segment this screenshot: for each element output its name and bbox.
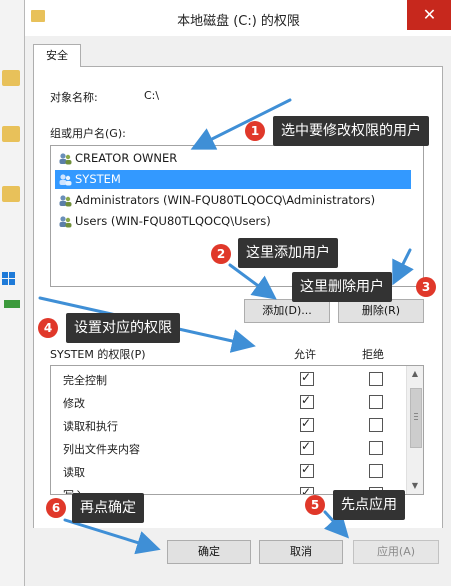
deny-checkbox[interactable]	[369, 441, 383, 455]
deny-checkbox[interactable]	[369, 372, 383, 386]
allow-header: 允许	[294, 348, 316, 361]
windows-logo-icon	[2, 272, 16, 286]
permissions-label: SYSTEM 的权限(P)	[50, 348, 146, 361]
object-name-label: 对象名称:	[50, 91, 98, 104]
user-group-icon	[59, 174, 72, 186]
deny-checkbox[interactable]	[369, 395, 383, 409]
annotation-badge-2: 2	[211, 244, 231, 264]
user-group-icon	[59, 216, 72, 228]
cancel-button[interactable]: 取消	[259, 540, 343, 564]
allow-checkbox[interactable]	[300, 485, 314, 494]
annotation-badge-1: 1	[245, 121, 265, 141]
permission-row: 修改	[51, 391, 405, 414]
add-button[interactable]: 添加(D)...	[244, 299, 330, 323]
annotation-callout-2: 这里添加用户	[238, 238, 338, 268]
annotation-callout-6: 再点确定	[72, 493, 144, 523]
permission-row: 读取	[51, 460, 405, 483]
scrollbar-thumb[interactable]	[410, 388, 422, 448]
dialog-footer: 确定 取消 应用(A)	[25, 528, 451, 586]
annotation-callout-4: 设置对应的权限	[66, 313, 180, 343]
list-item-creator-owner[interactable]: CREATOR OWNER	[55, 149, 411, 168]
allow-checkbox[interactable]	[300, 462, 314, 478]
ok-button[interactable]: 确定	[167, 540, 251, 564]
folder-icon	[2, 126, 20, 142]
scroll-up-icon[interactable]: ▲	[407, 367, 423, 381]
remove-button[interactable]: 删除(R)	[338, 299, 424, 323]
annotation-callout-5: 先点应用	[333, 490, 405, 520]
allow-checkbox[interactable]	[300, 393, 314, 409]
annotation-badge-4: 4	[38, 318, 58, 338]
folder-icon	[2, 70, 20, 86]
annotation-callout-3: 这里删除用户	[292, 272, 392, 302]
user-group-icon	[59, 195, 72, 207]
allow-checkbox[interactable]	[300, 416, 314, 432]
permission-row: 完全控制	[51, 368, 405, 391]
group-user-list[interactable]: CREATOR OWNER SYSTEM Administrators (WIN…	[50, 145, 424, 287]
group-list-label: 组或用户名(G):	[50, 127, 126, 140]
title-bar[interactable]: 本地磁盘 (C:) 的权限 ✕	[25, 0, 451, 36]
deny-checkbox[interactable]	[369, 418, 383, 432]
background-desktop	[0, 0, 24, 586]
annotation-badge-3: 3	[416, 277, 436, 297]
permissions-list[interactable]: 完全控制 修改 读取和执行 列出文件夹内容 读取	[50, 365, 424, 495]
allow-checkbox[interactable]	[300, 439, 314, 455]
scroll-down-icon[interactable]: ▼	[407, 479, 423, 493]
folder-icon	[2, 186, 20, 202]
window-title: 本地磁盘 (C:) 的权限	[177, 14, 300, 29]
permissions-scrollbar[interactable]: ▲ ▼	[406, 366, 423, 494]
permission-row: 读取和执行	[51, 414, 405, 437]
annotation-badge-5: 5	[305, 495, 325, 515]
allow-checkbox[interactable]	[300, 370, 314, 386]
close-button[interactable]: ✕	[407, 0, 451, 30]
tab-security[interactable]: 安全	[33, 44, 81, 67]
annotation-callout-1: 选中要修改权限的用户	[273, 116, 429, 146]
list-item-system[interactable]: SYSTEM	[55, 170, 411, 189]
deny-checkbox[interactable]	[369, 464, 383, 478]
object-name-value: C:\	[144, 89, 160, 102]
list-item-administrators[interactable]: Administrators (WIN-FQU80TLQOCQ\Administ…	[55, 191, 411, 210]
drive-icon	[4, 300, 20, 308]
apply-button[interactable]: 应用(A)	[353, 540, 439, 564]
list-item-users[interactable]: Users (WIN-FQU80TLQOCQ\Users)	[55, 212, 411, 231]
user-group-icon	[59, 153, 72, 165]
annotation-badge-6: 6	[46, 498, 66, 518]
deny-header: 拒绝	[362, 348, 384, 361]
permission-row: 列出文件夹内容	[51, 437, 405, 460]
